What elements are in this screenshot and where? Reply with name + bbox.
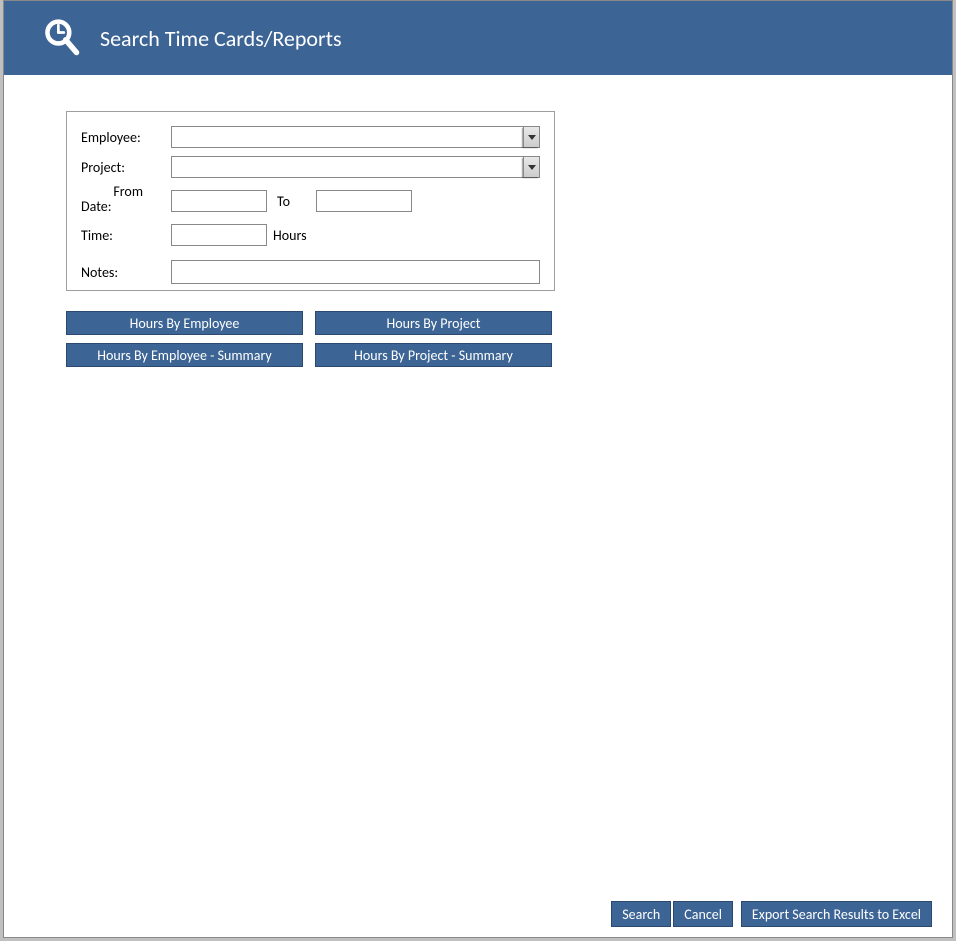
employee-label: Employee:: [81, 129, 171, 146]
hours-by-employee-button[interactable]: Hours By Employee: [66, 311, 303, 335]
from-date-label-top: From: [81, 184, 171, 199]
report-button-row-1: Hours By Employee Hours By Project: [66, 311, 552, 335]
time-input[interactable]: [171, 224, 267, 246]
search-form-panel: Employee: Project: From Dat: [66, 111, 555, 291]
dropdown-arrow-icon[interactable]: [523, 157, 539, 177]
project-label: Project:: [81, 159, 171, 176]
dropdown-arrow-icon[interactable]: [523, 127, 539, 147]
footer-bar: Search Cancel Export Search Results to E…: [611, 901, 932, 927]
search-button[interactable]: Search: [611, 901, 671, 927]
to-label: To: [277, 193, 290, 210]
row-date: From Date: To: [81, 186, 540, 216]
row-notes: Notes:: [81, 260, 540, 284]
notes-input[interactable]: [171, 260, 540, 284]
from-date-label: From Date:: [81, 184, 171, 214]
time-unit-label: Hours: [273, 227, 307, 244]
employee-combo[interactable]: [171, 126, 540, 148]
footer-group-left: Search Cancel: [611, 901, 733, 927]
content-area: Employee: Project: From Dat: [4, 75, 952, 937]
export-button[interactable]: Export Search Results to Excel: [741, 901, 932, 927]
notes-label: Notes:: [81, 264, 171, 281]
row-employee: Employee:: [81, 126, 540, 148]
hours-by-project-button[interactable]: Hours By Project: [315, 311, 552, 335]
row-time: Time: Hours: [81, 224, 540, 246]
cancel-button[interactable]: Cancel: [673, 901, 733, 927]
from-date-input[interactable]: [171, 190, 267, 212]
hours-by-employee-summary-button[interactable]: Hours By Employee - Summary: [66, 343, 303, 367]
from-date-label-bottom: Date:: [81, 199, 171, 214]
report-button-row-2: Hours By Employee - Summary Hours By Pro…: [66, 343, 552, 367]
row-project: Project:: [81, 156, 540, 178]
header-bar: Search Time Cards/Reports: [4, 1, 952, 75]
time-label: Time:: [81, 227, 171, 244]
page-title: Search Time Cards/Reports: [100, 25, 342, 52]
search-clock-icon: [40, 16, 84, 60]
hours-by-project-summary-button[interactable]: Hours By Project - Summary: [315, 343, 552, 367]
project-combo[interactable]: [171, 156, 540, 178]
to-date-input[interactable]: [316, 190, 412, 212]
window: Search Time Cards/Reports Employee: Proj…: [3, 0, 953, 938]
